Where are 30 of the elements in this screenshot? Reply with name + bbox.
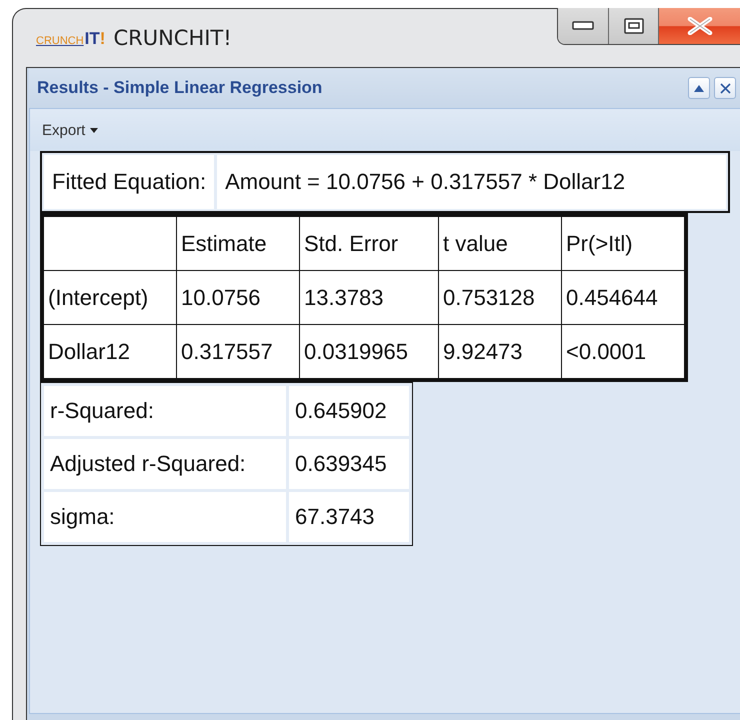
table-cell: sigma: xyxy=(44,492,286,542)
close-button[interactable] xyxy=(714,77,736,99)
table-cell: 0.639345 xyxy=(289,439,409,489)
row-header: (Intercept) xyxy=(42,270,176,324)
table-cell: r-Squared: xyxy=(44,386,286,436)
table-cell: 67.3743 xyxy=(289,492,409,542)
window-title: CRUNCHIT! xyxy=(113,26,232,50)
triangle-icon xyxy=(694,84,704,92)
close-icon xyxy=(686,17,712,35)
column-header: t value xyxy=(438,215,562,270)
table-cell: Fitted Equation: xyxy=(44,155,214,209)
column-header: Estimate xyxy=(176,215,300,270)
table-cell: 0.753128 xyxy=(438,270,562,324)
table-cell: 0.645902 xyxy=(289,386,409,436)
export-menu[interactable]: Export xyxy=(40,120,100,140)
collapse-button[interactable] xyxy=(688,77,710,99)
table-cell: Amount = 10.0756 + 0.317557 * Dollar12 xyxy=(217,155,726,209)
table-cell: 10.0756 xyxy=(176,270,300,324)
maximize-icon xyxy=(624,18,644,34)
table-cell: Adjusted r-Squared: xyxy=(44,439,286,489)
close-button[interactable] xyxy=(658,8,740,44)
minimize-button[interactable] xyxy=(558,8,608,44)
close-icon xyxy=(720,82,730,94)
caret-icon xyxy=(90,128,98,132)
minimize-icon xyxy=(572,21,594,31)
maximize-button[interactable] xyxy=(608,8,658,44)
column-header: Std. Error xyxy=(300,215,438,270)
panel-title: Results - Simple Linear Regression xyxy=(37,78,324,98)
app-logo: CRUNCH IT! xyxy=(36,29,106,49)
table-cell: 13.3783 xyxy=(300,270,438,324)
